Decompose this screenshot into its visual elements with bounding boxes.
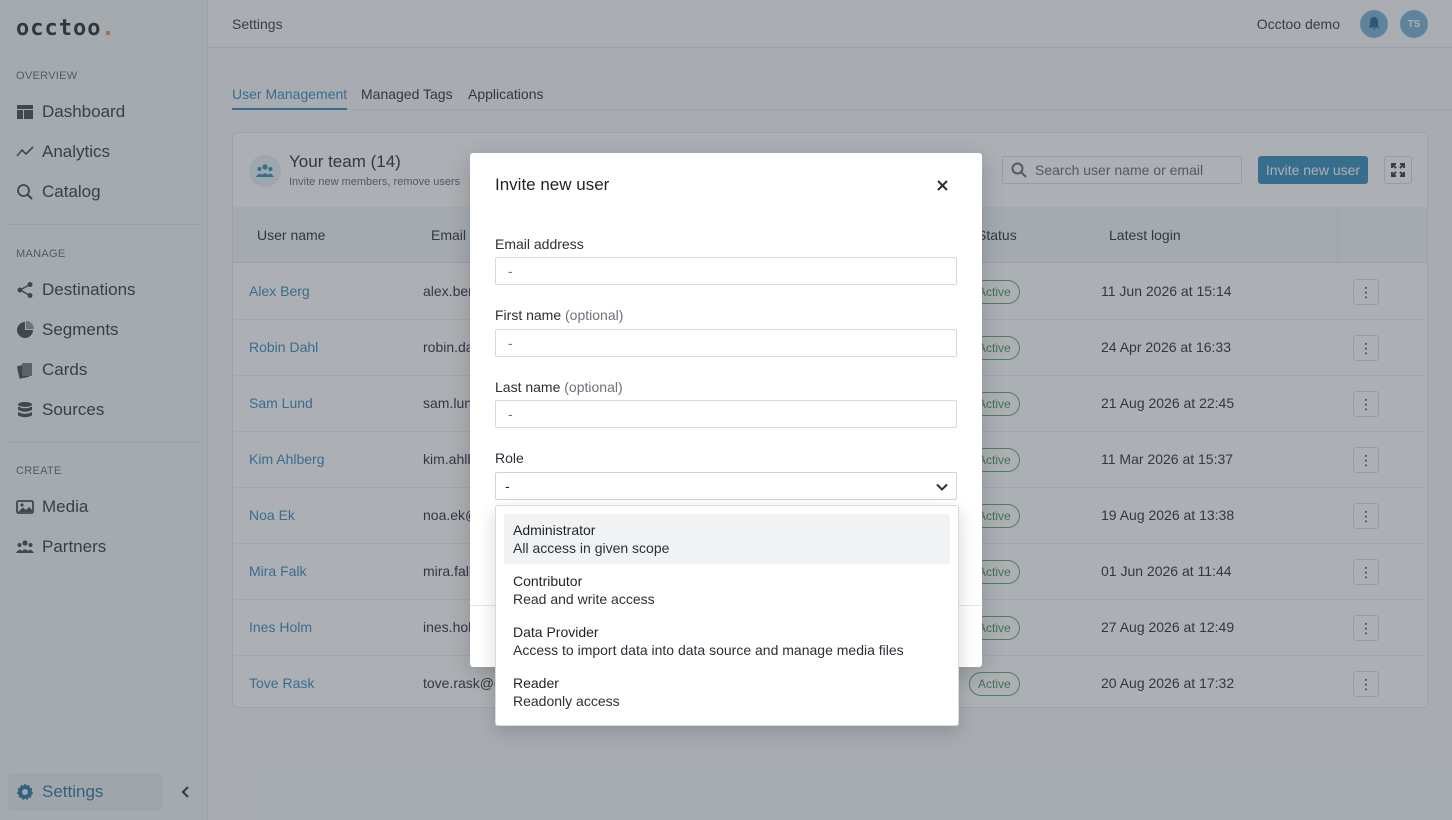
- role-dropdown-menu: Administrator All access in given scope …: [495, 505, 959, 726]
- role-label: Role: [495, 450, 524, 466]
- role-option-contributor[interactable]: Contributor Read and write access: [504, 565, 950, 615]
- email-field[interactable]: [495, 257, 957, 285]
- dialog-title: Invite new user: [495, 175, 610, 194]
- role-option-title: Contributor: [513, 573, 583, 589]
- role-option-title: Reader: [513, 675, 559, 691]
- role-option-description: All access in given scope: [513, 540, 670, 556]
- chevron-down-icon: [936, 483, 948, 491]
- close-icon: [936, 179, 948, 191]
- first-name-field[interactable]: [495, 329, 957, 357]
- role-select-value: -: [505, 478, 510, 494]
- role-option-data-provider[interactable]: Data Provider Access to import data into…: [504, 616, 950, 666]
- first-name-label: First name (optional): [495, 307, 624, 323]
- role-option-title: Administrator: [513, 522, 596, 538]
- close-button[interactable]: [932, 175, 952, 195]
- role-option-administrator[interactable]: Administrator All access in given scope: [504, 514, 950, 564]
- role-option-reader[interactable]: Reader Readonly access: [504, 667, 950, 717]
- role-select[interactable]: -: [495, 472, 957, 500]
- last-name-label: Last name (optional): [495, 379, 623, 395]
- role-option-description: Read and write access: [513, 591, 655, 607]
- role-option-description: Access to import data into data source a…: [513, 642, 904, 658]
- last-name-field[interactable]: [495, 400, 957, 428]
- email-label: Email address: [495, 236, 584, 252]
- role-option-description: Readonly access: [513, 693, 620, 709]
- role-option-title: Data Provider: [513, 624, 599, 640]
